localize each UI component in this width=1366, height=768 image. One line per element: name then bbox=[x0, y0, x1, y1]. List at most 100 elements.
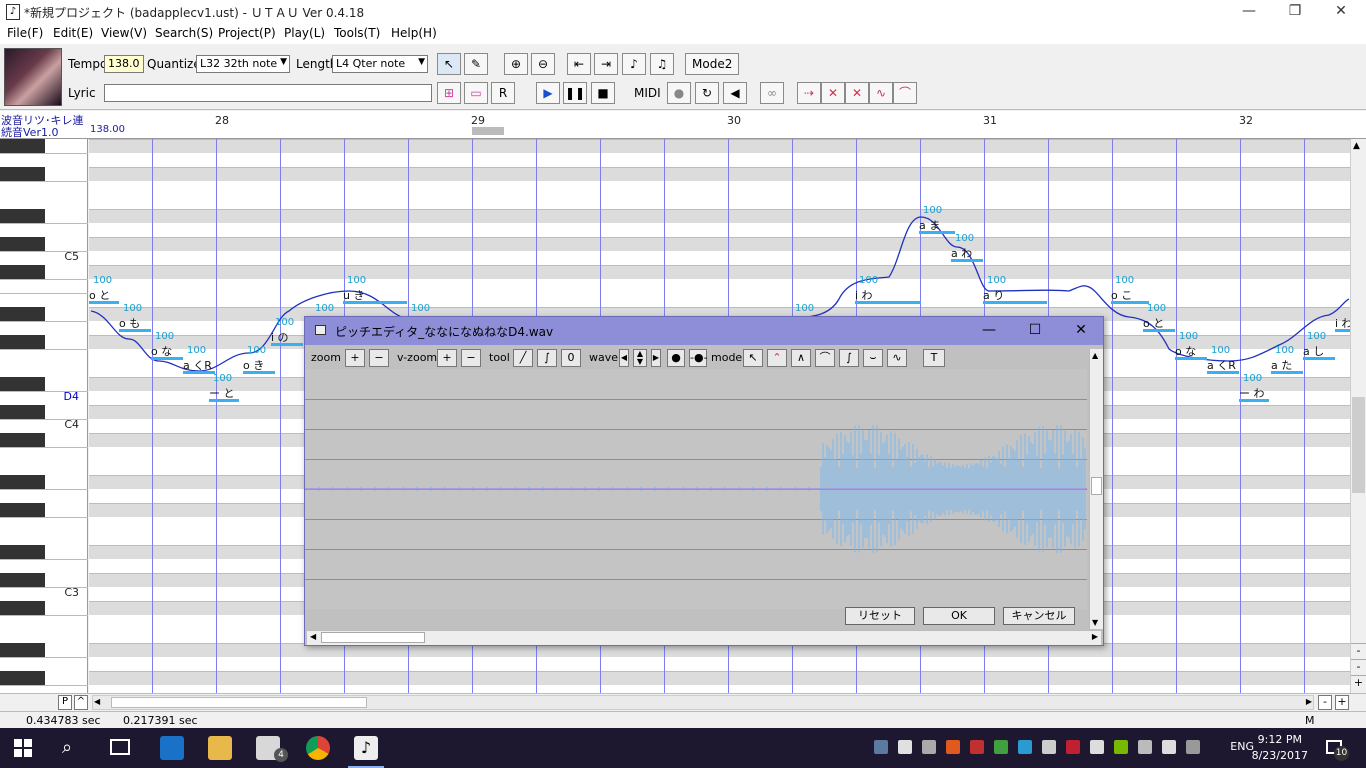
utau-icon[interactable]: ♪ bbox=[354, 736, 378, 760]
note-lyric[interactable]: i の bbox=[271, 329, 289, 345]
close-button[interactable]: ✕ bbox=[1061, 319, 1101, 343]
app-tray-icon[interactable] bbox=[946, 740, 960, 754]
minimize-button[interactable]: — bbox=[1226, 0, 1272, 24]
windows-start-icon[interactable] bbox=[14, 739, 32, 757]
speaker-icon[interactable]: ◀ bbox=[723, 82, 747, 104]
insert-rest-icon[interactable]: ▭ bbox=[464, 82, 488, 104]
note-join-icon[interactable]: ♫ bbox=[650, 53, 674, 75]
ok-button[interactable]: OK bbox=[923, 607, 995, 625]
black-key[interactable] bbox=[0, 601, 45, 615]
maximize-button[interactable]: ☐ bbox=[1015, 319, 1055, 343]
note-lyric[interactable]: o こ bbox=[1111, 287, 1132, 303]
link-icon[interactable]: ∞ bbox=[760, 82, 784, 104]
zoom-in-icon[interactable]: ⊕ bbox=[504, 53, 528, 75]
edge-icon[interactable] bbox=[160, 736, 184, 760]
wave-updown-icon[interactable]: ▲ ▼ bbox=[633, 349, 647, 367]
cursor-mode-icon[interactable]: ↖ bbox=[743, 349, 763, 367]
loop-icon[interactable]: ↻ bbox=[695, 82, 719, 104]
length-select[interactable]: L4 Qter note ▼ bbox=[332, 55, 428, 73]
vzoom-minus-button[interactable]: - bbox=[1351, 659, 1366, 673]
p2p3-icon[interactable]: ✕ bbox=[821, 82, 845, 104]
j-curve-mode-icon[interactable]: ⌣ bbox=[863, 349, 883, 367]
black-key[interactable] bbox=[0, 377, 45, 391]
vibrato-icon[interactable]: ∿ bbox=[869, 82, 893, 104]
scroll-right-icon[interactable]: ▶ bbox=[1306, 697, 1312, 706]
clock[interactable]: 9:12 PM 8/23/2017 bbox=[1252, 732, 1308, 764]
tempo-marker[interactable]: 138.00 bbox=[90, 124, 125, 135]
pitch-editor-canvas[interactable] bbox=[305, 369, 1087, 609]
pen-tray-icon[interactable] bbox=[1186, 740, 1200, 754]
note-lyric[interactable]: a くR bbox=[183, 357, 212, 373]
note-lyric[interactable]: u き bbox=[343, 287, 364, 303]
curve-tool-icon[interactable]: ∫ bbox=[537, 349, 557, 367]
p-button[interactable]: P bbox=[58, 695, 72, 710]
app-tray-icon[interactable] bbox=[970, 740, 984, 754]
hscroll-thumb[interactable] bbox=[111, 697, 367, 708]
note-lyric[interactable]: a わ bbox=[951, 245, 972, 261]
vzoom-minus-button[interactable]: − bbox=[461, 349, 481, 367]
pencil-icon[interactable]: ✎ bbox=[464, 53, 488, 75]
defender-tray-icon[interactable] bbox=[898, 740, 912, 754]
note-lyric[interactable]: ー と bbox=[209, 385, 235, 401]
menu-search[interactable]: Search(S) bbox=[155, 26, 213, 40]
note-lyric[interactable]: a くR bbox=[1207, 357, 1236, 373]
chrome-icon[interactable] bbox=[306, 736, 330, 760]
black-key[interactable] bbox=[0, 307, 45, 321]
note-lyric[interactable]: i わ bbox=[855, 287, 873, 303]
minimize-button[interactable]: — bbox=[969, 319, 1009, 343]
pause-icon[interactable]: ❚❚ bbox=[563, 82, 587, 104]
black-key[interactable] bbox=[0, 335, 45, 349]
note-lyric[interactable]: o な bbox=[151, 343, 172, 359]
reset-envelope-icon[interactable]: ⌒ bbox=[893, 82, 917, 104]
note-split-icon[interactable]: ♪ bbox=[622, 53, 646, 75]
arc-mode-icon[interactable]: ⌒ bbox=[815, 349, 835, 367]
menu-file[interactable]: File(F) bbox=[7, 26, 43, 40]
black-key[interactable] bbox=[0, 671, 45, 685]
mode2-button[interactable]: Mode2 bbox=[685, 53, 740, 75]
scroll-left-icon[interactable]: ◀ bbox=[310, 632, 316, 641]
wave-right-icon[interactable]: ▶ bbox=[651, 349, 661, 367]
black-key[interactable] bbox=[0, 643, 45, 657]
file-explorer-icon[interactable] bbox=[208, 736, 232, 760]
note-lyric[interactable]: o も bbox=[119, 315, 140, 331]
note-lyric[interactable]: o な bbox=[1175, 343, 1196, 359]
p3p4-icon[interactable]: ✕ bbox=[845, 82, 869, 104]
scroll-up-icon[interactable]: ▲ bbox=[1092, 351, 1098, 360]
scroll-thumb[interactable] bbox=[321, 632, 425, 643]
wave-mode-icon[interactable]: ∿ bbox=[887, 349, 907, 367]
note-lyric[interactable]: o と bbox=[89, 287, 110, 303]
black-key[interactable] bbox=[0, 503, 45, 517]
pitch-editor-vscroll[interactable]: ▲ ▼ bbox=[1089, 349, 1103, 629]
scroll-right-icon[interactable]: ▶ bbox=[1092, 632, 1098, 641]
network-tray-icon[interactable] bbox=[874, 740, 888, 754]
insert-note-icon[interactable]: ⊞ bbox=[437, 82, 461, 104]
antivirus-tray-icon[interactable] bbox=[1066, 740, 1080, 754]
hzoom-plus-button[interactable]: + bbox=[1335, 695, 1349, 710]
note-lyric[interactable]: a た bbox=[1271, 357, 1292, 373]
black-key[interactable] bbox=[0, 405, 45, 419]
vertical-scrollbar[interactable]: ▲ - - + bbox=[1350, 139, 1366, 693]
zero-tool-button[interactable]: 0 bbox=[561, 349, 581, 367]
go-end-icon[interactable]: ⇥ bbox=[594, 53, 618, 75]
battery-tray-icon[interactable] bbox=[1162, 740, 1176, 754]
s-curve-mode-icon[interactable]: ∫ bbox=[839, 349, 859, 367]
piano-keyboard[interactable]: C5 D4 C4 C3 bbox=[0, 139, 88, 693]
menu-tools[interactable]: Tools(T) bbox=[334, 26, 380, 40]
vzoom-minus-button[interactable]: - bbox=[1351, 643, 1366, 657]
black-key[interactable] bbox=[0, 209, 45, 223]
volume-tray-icon[interactable] bbox=[1090, 740, 1104, 754]
language-indicator[interactable]: ENG bbox=[1230, 740, 1254, 753]
app-tray-icon[interactable] bbox=[1138, 740, 1152, 754]
zoom-minus-button[interactable]: − bbox=[369, 349, 389, 367]
text-mode-button[interactable]: T bbox=[923, 349, 945, 367]
zoom-plus-button[interactable]: + bbox=[345, 349, 365, 367]
note-lyric[interactable]: a り bbox=[983, 287, 1004, 303]
scroll-down-icon[interactable]: ▼ bbox=[1092, 618, 1098, 627]
note-lyric[interactable]: ー わ bbox=[1239, 385, 1265, 401]
wifi-tray-icon[interactable] bbox=[922, 740, 936, 754]
close-button[interactable]: ✕ bbox=[1318, 0, 1364, 24]
point-line-tool-icon[interactable]: -●- bbox=[689, 349, 708, 367]
vzoom-plus-button[interactable]: + bbox=[1351, 675, 1366, 689]
scroll-up-icon[interactable]: ▲ bbox=[1353, 141, 1360, 151]
note-lyric[interactable]: a し bbox=[1303, 343, 1324, 359]
